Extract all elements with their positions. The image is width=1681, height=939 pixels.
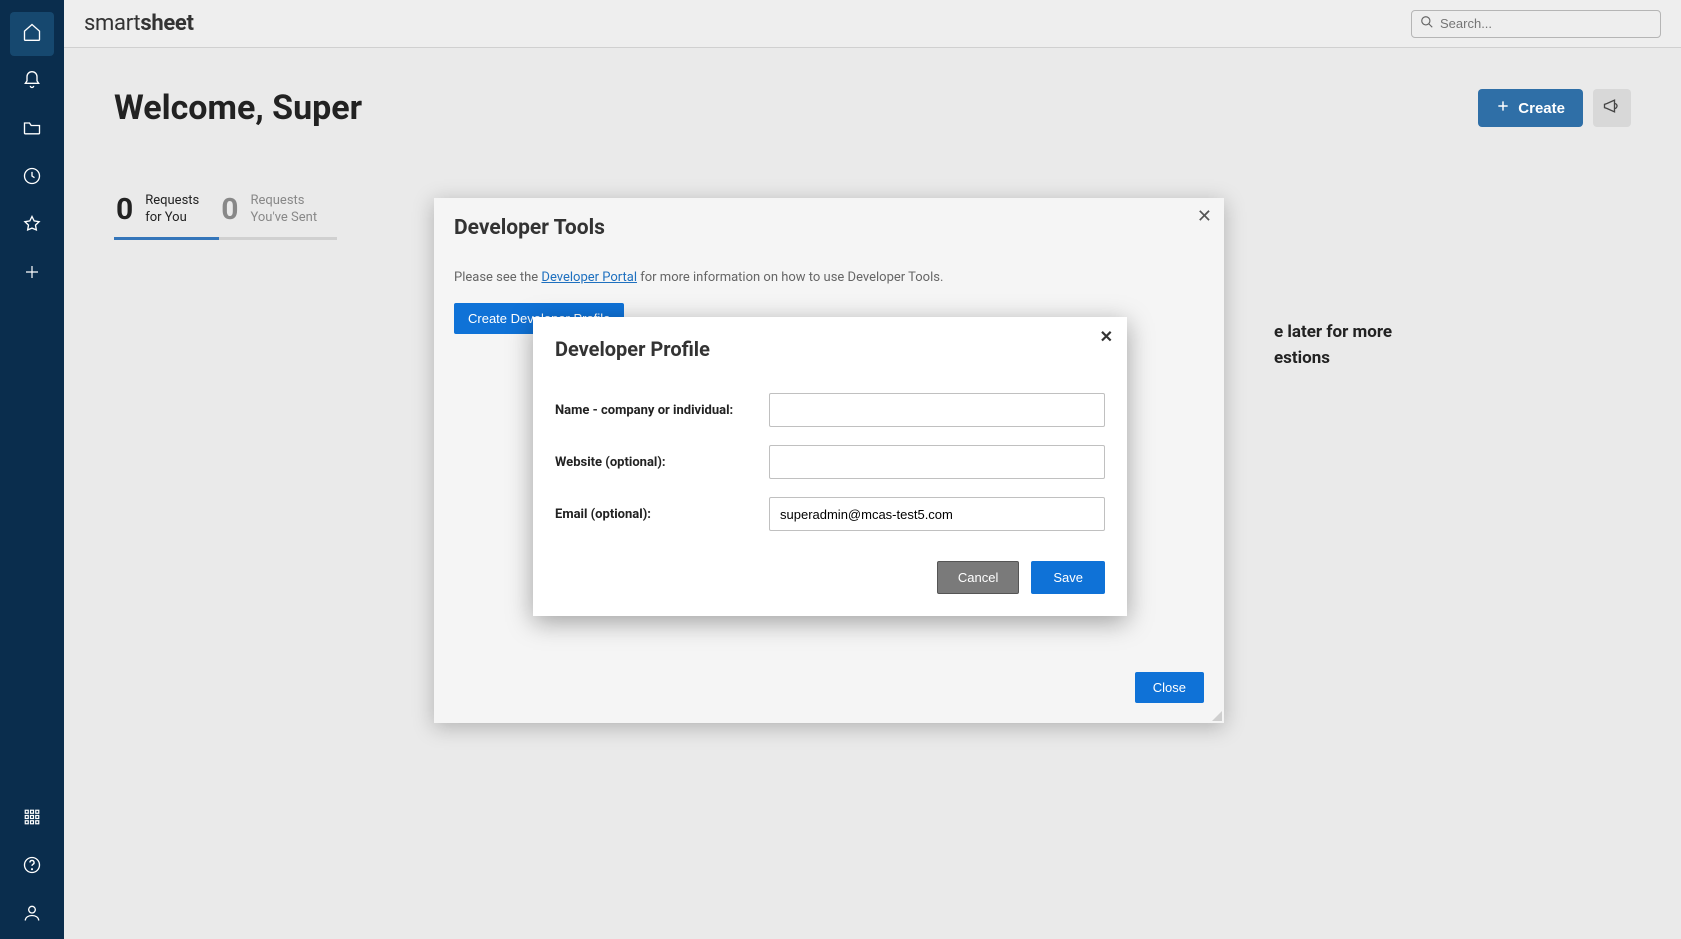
close-icon[interactable]: ✕ <box>1100 327 1113 346</box>
folder-icon <box>22 118 42 142</box>
sidebar-item-notifications[interactable] <box>10 60 54 104</box>
stat-count: 0 <box>221 192 238 227</box>
left-sidebar <box>0 0 64 939</box>
brand-logo: smartsheet <box>84 11 194 36</box>
search-input[interactable] <box>1440 16 1652 31</box>
cancel-button[interactable]: Cancel <box>937 561 1019 594</box>
help-icon <box>22 855 42 879</box>
plus-icon <box>23 263 41 285</box>
star-icon <box>22 214 42 238</box>
profile-title: Developer Profile <box>555 337 1105 361</box>
tab-requests-sent[interactable]: 0 Requests You've Sent <box>219 188 337 240</box>
stat-label: Requests You've Sent <box>250 193 317 227</box>
devtools-close-button[interactable]: Close <box>1135 672 1204 703</box>
sidebar-item-help[interactable] <box>10 845 54 889</box>
developer-portal-link[interactable]: Developer Portal <box>541 270 637 285</box>
sidebar-item-home[interactable] <box>10 12 54 56</box>
sidebar-item-favorites[interactable] <box>10 204 54 248</box>
save-button[interactable]: Save <box>1031 561 1105 594</box>
clock-icon <box>22 166 42 190</box>
website-label: Website (optional): <box>555 455 769 470</box>
sidebar-item-recents[interactable] <box>10 156 54 200</box>
tab-requests-for-you[interactable]: 0 Requests for You <box>114 188 219 240</box>
sidebar-item-account[interactable] <box>10 893 54 937</box>
search-icon <box>1420 14 1434 33</box>
create-button[interactable]: Create <box>1478 89 1583 127</box>
devtools-description: Please see the Developer Portal for more… <box>454 270 1204 285</box>
bell-icon <box>22 70 42 94</box>
stat-label: Requests for You <box>145 193 199 227</box>
create-button-label: Create <box>1518 100 1565 117</box>
search-box[interactable] <box>1411 10 1661 38</box>
person-icon <box>22 903 42 927</box>
megaphone-icon <box>1602 96 1622 120</box>
top-bar: smartsheet <box>64 0 1681 48</box>
page-title: Welcome, Super <box>114 88 362 128</box>
devtools-title: Developer Tools <box>454 216 1204 240</box>
grid-icon <box>23 808 41 830</box>
home-icon <box>22 22 42 46</box>
stat-count: 0 <box>116 192 133 227</box>
name-label: Name - company or individual: <box>555 403 769 418</box>
sidebar-item-browse[interactable] <box>10 108 54 152</box>
announcements-button[interactable] <box>1593 89 1631 127</box>
suggest-text-fragment: e later for more estions <box>1274 320 1392 371</box>
name-field[interactable] <box>769 393 1105 427</box>
sidebar-item-add[interactable] <box>10 252 54 296</box>
developer-profile-modal: ✕ Developer Profile Name - company or in… <box>533 317 1127 616</box>
close-icon[interactable]: ✕ <box>1197 206 1212 227</box>
plus-icon <box>1496 99 1510 117</box>
email-label: Email (optional): <box>555 507 769 522</box>
resize-grip[interactable] <box>1210 709 1222 721</box>
email-field[interactable] <box>769 497 1105 531</box>
website-field[interactable] <box>769 445 1105 479</box>
sidebar-item-apps[interactable] <box>10 797 54 841</box>
